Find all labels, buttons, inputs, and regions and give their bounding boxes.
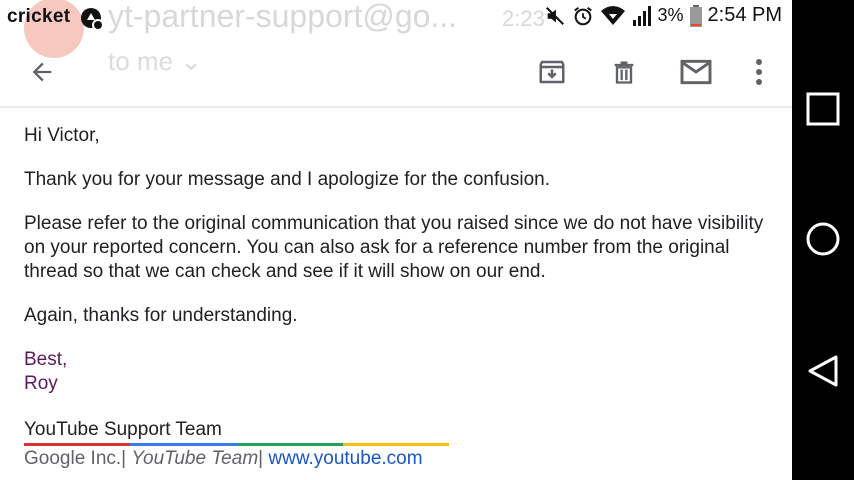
toolbar — [0, 46, 792, 98]
footer-team: YouTube Team — [131, 448, 259, 469]
paragraph-2: Please refer to the original communicati… — [24, 213, 764, 282]
arrow-left-icon — [32, 62, 52, 82]
archive-icon — [539, 60, 565, 84]
wifi-icon — [600, 5, 625, 25]
delete-button[interactable] — [598, 46, 650, 98]
clock: 2:54 PM — [707, 4, 782, 26]
more-vert-icon — [756, 59, 762, 85]
support-team-label: YouTube Support Team — [24, 419, 222, 440]
message-body: Hi Victor, Thank you for your message an… — [24, 124, 764, 471]
carrier-label: cricket — [7, 6, 71, 27]
archive-button[interactable] — [526, 46, 578, 98]
mark-unread-button[interactable] — [670, 46, 722, 98]
notification-icon — [81, 8, 104, 31]
system-nav-bar — [792, 0, 854, 480]
youtube-link[interactable]: www.youtube.com — [268, 448, 422, 469]
back-button[interactable] — [16, 46, 68, 98]
status-icons: 3% 2:54 PM — [544, 4, 782, 27]
email-screen: yt-partner-support@go... 2:23 to me ⌄ cr… — [0, 0, 792, 480]
signature-footer: Google Inc.| YouTube Team| www.youtube.c… — [24, 447, 764, 471]
recents-button[interactable] — [792, 84, 854, 134]
circle-icon — [806, 222, 840, 256]
mute-icon — [545, 6, 564, 25]
sign-off: Best, — [24, 349, 68, 370]
battery-percent: 3% — [657, 5, 684, 25]
back-nav-button[interactable] — [792, 346, 854, 396]
footer-company: Google Inc.| — [24, 448, 127, 469]
header-divider — [0, 106, 792, 108]
paragraph-1: Thank you for your message and I apologi… — [24, 169, 550, 190]
signal-icon — [632, 5, 651, 26]
triangle-back-icon — [808, 355, 838, 387]
home-button[interactable] — [792, 214, 854, 264]
more-options-button[interactable] — [734, 46, 784, 98]
footer-separator: | — [258, 448, 264, 469]
mail-icon — [680, 59, 712, 85]
status-bar: cricket 3% 2:54 PM — [0, 0, 792, 36]
square-icon — [806, 92, 840, 126]
signature-rainbow-divider — [24, 443, 449, 446]
alarm-icon — [573, 6, 592, 25]
paragraph-3: Again, thanks for understanding. — [24, 305, 298, 326]
sender-name: Roy — [24, 373, 58, 394]
greeting: Hi Victor, — [24, 125, 100, 146]
battery-icon — [689, 4, 702, 27]
trash-icon — [614, 61, 634, 84]
